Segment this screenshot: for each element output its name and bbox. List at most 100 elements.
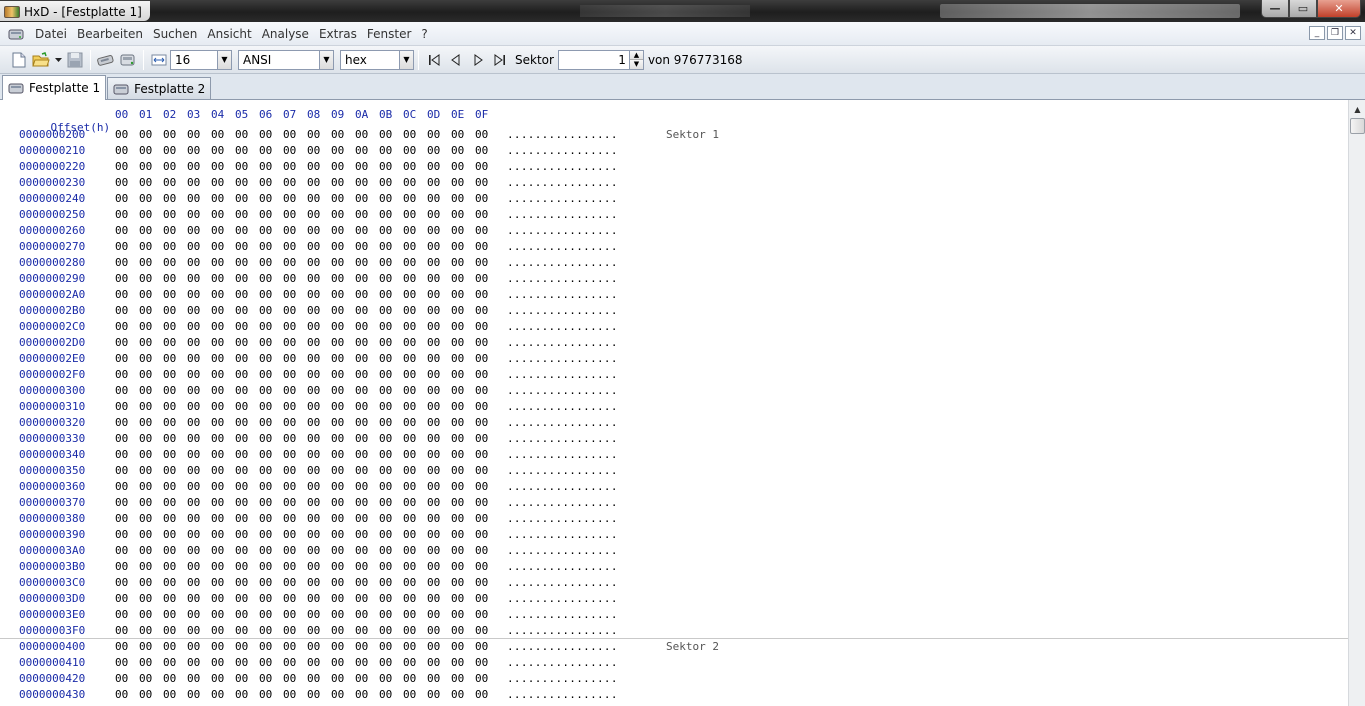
hex-byte[interactable]: 00 [307,191,320,207]
hex-byte[interactable]: 00 [451,447,464,463]
hex-byte[interactable]: 00 [211,559,224,575]
hex-byte[interactable]: 00 [427,623,440,639]
hex-byte[interactable]: 00 [451,431,464,447]
hex-byte[interactable]: 00 [355,351,368,367]
hex-byte[interactable]: 00 [115,623,128,639]
hex-byte[interactable]: 00 [139,319,152,335]
chevron-down-icon[interactable]: ▼ [319,50,333,69]
disk-document-icon[interactable] [7,26,25,42]
hex-byte[interactable]: 00 [403,479,416,495]
offset-base-select[interactable]: hex ▼ [340,49,414,70]
hex-byte[interactable]: 00 [331,495,344,511]
hex-byte[interactable]: 00 [163,239,176,255]
hex-byte[interactable]: 00 [235,511,248,527]
hex-byte[interactable]: 00 [451,191,464,207]
hex-byte[interactable]: 00 [427,559,440,575]
hex-byte[interactable]: 00 [451,383,464,399]
hex-byte[interactable]: 00 [307,639,320,655]
hex-byte[interactable]: 00 [211,431,224,447]
hex-byte[interactable]: 00 [403,143,416,159]
hex-byte[interactable]: 00 [307,303,320,319]
hex-byte[interactable]: 00 [403,575,416,591]
hex-byte[interactable]: 00 [163,431,176,447]
hex-byte[interactable]: 00 [211,159,224,175]
hex-byte[interactable]: 00 [355,255,368,271]
hex-byte[interactable]: 00 [379,159,392,175]
hex-byte[interactable]: 00 [283,255,296,271]
hex-byte[interactable]: 00 [115,143,128,159]
hex-byte[interactable]: 00 [211,255,224,271]
hex-byte[interactable]: 00 [427,495,440,511]
hex-byte[interactable]: 00 [451,271,464,287]
hex-byte[interactable]: 00 [475,351,488,367]
hex-byte[interactable]: 00 [211,687,224,703]
hex-byte[interactable]: 00 [331,511,344,527]
hex-byte[interactable]: 00 [331,367,344,383]
hex-byte[interactable]: 00 [475,543,488,559]
hex-byte[interactable]: 00 [451,479,464,495]
hex-byte[interactable]: 00 [379,687,392,703]
mdi-close-button[interactable]: ✕ [1345,26,1361,40]
open-disk-icon[interactable] [96,50,116,70]
hex-byte[interactable]: 00 [259,671,272,687]
hex-byte[interactable]: 00 [427,431,440,447]
hex-byte[interactable]: 00 [235,383,248,399]
hex-byte[interactable]: 00 [403,287,416,303]
hex-byte[interactable]: 00 [235,127,248,143]
hex-byte[interactable]: 00 [403,319,416,335]
hex-byte[interactable]: 00 [379,623,392,639]
hex-byte[interactable]: 00 [307,223,320,239]
hex-byte[interactable]: 00 [187,175,200,191]
hex-byte[interactable]: 00 [475,511,488,527]
hex-byte[interactable]: 00 [163,575,176,591]
hex-byte[interactable]: 00 [307,463,320,479]
hex-byte[interactable]: 00 [403,383,416,399]
hex-byte[interactable]: 00 [307,351,320,367]
hex-byte[interactable]: 00 [187,607,200,623]
ascii-text[interactable]: ................ [507,623,618,639]
hex-byte[interactable]: 00 [163,543,176,559]
hex-byte[interactable]: 00 [211,127,224,143]
hex-byte[interactable]: 00 [451,495,464,511]
hex-byte[interactable]: 00 [283,559,296,575]
hex-byte[interactable]: 00 [235,431,248,447]
ascii-text[interactable]: ................ [507,367,618,383]
last-sector-icon[interactable] [490,50,510,70]
hex-byte[interactable]: 00 [139,559,152,575]
hex-byte[interactable]: 00 [235,591,248,607]
hex-byte[interactable]: 00 [115,255,128,271]
hex-byte[interactable]: 00 [235,175,248,191]
hex-byte[interactable]: 00 [211,527,224,543]
hex-byte[interactable]: 00 [307,255,320,271]
hex-byte[interactable]: 00 [355,575,368,591]
hex-byte[interactable]: 00 [163,687,176,703]
hex-byte[interactable]: 00 [331,623,344,639]
hex-byte[interactable]: 00 [307,447,320,463]
hex-byte[interactable]: 00 [235,351,248,367]
menu-datei[interactable]: Datei [30,27,72,41]
hex-byte[interactable]: 00 [283,687,296,703]
hex-byte[interactable]: 00 [331,159,344,175]
hex-byte[interactable]: 00 [451,559,464,575]
hex-byte[interactable]: 00 [331,543,344,559]
ascii-text[interactable]: ................ [507,239,618,255]
open-folder-icon[interactable] [31,50,51,70]
hex-byte[interactable]: 00 [427,303,440,319]
hex-byte[interactable]: 00 [187,511,200,527]
hex-byte[interactable]: 00 [307,367,320,383]
hex-byte[interactable]: 00 [475,463,488,479]
hex-byte[interactable]: 00 [115,415,128,431]
hex-byte[interactable]: 00 [307,319,320,335]
hex-byte[interactable]: 00 [235,191,248,207]
hex-byte[interactable]: 00 [163,399,176,415]
hex-byte[interactable]: 00 [427,223,440,239]
hex-byte[interactable]: 00 [355,175,368,191]
hex-byte[interactable]: 00 [211,207,224,223]
hex-byte[interactable]: 00 [163,175,176,191]
hex-byte[interactable]: 00 [331,655,344,671]
hex-byte[interactable]: 00 [379,527,392,543]
hex-byte[interactable]: 00 [403,671,416,687]
hex-byte[interactable]: 00 [211,335,224,351]
hex-byte[interactable]: 00 [427,415,440,431]
menu-help[interactable]: ? [416,27,432,41]
